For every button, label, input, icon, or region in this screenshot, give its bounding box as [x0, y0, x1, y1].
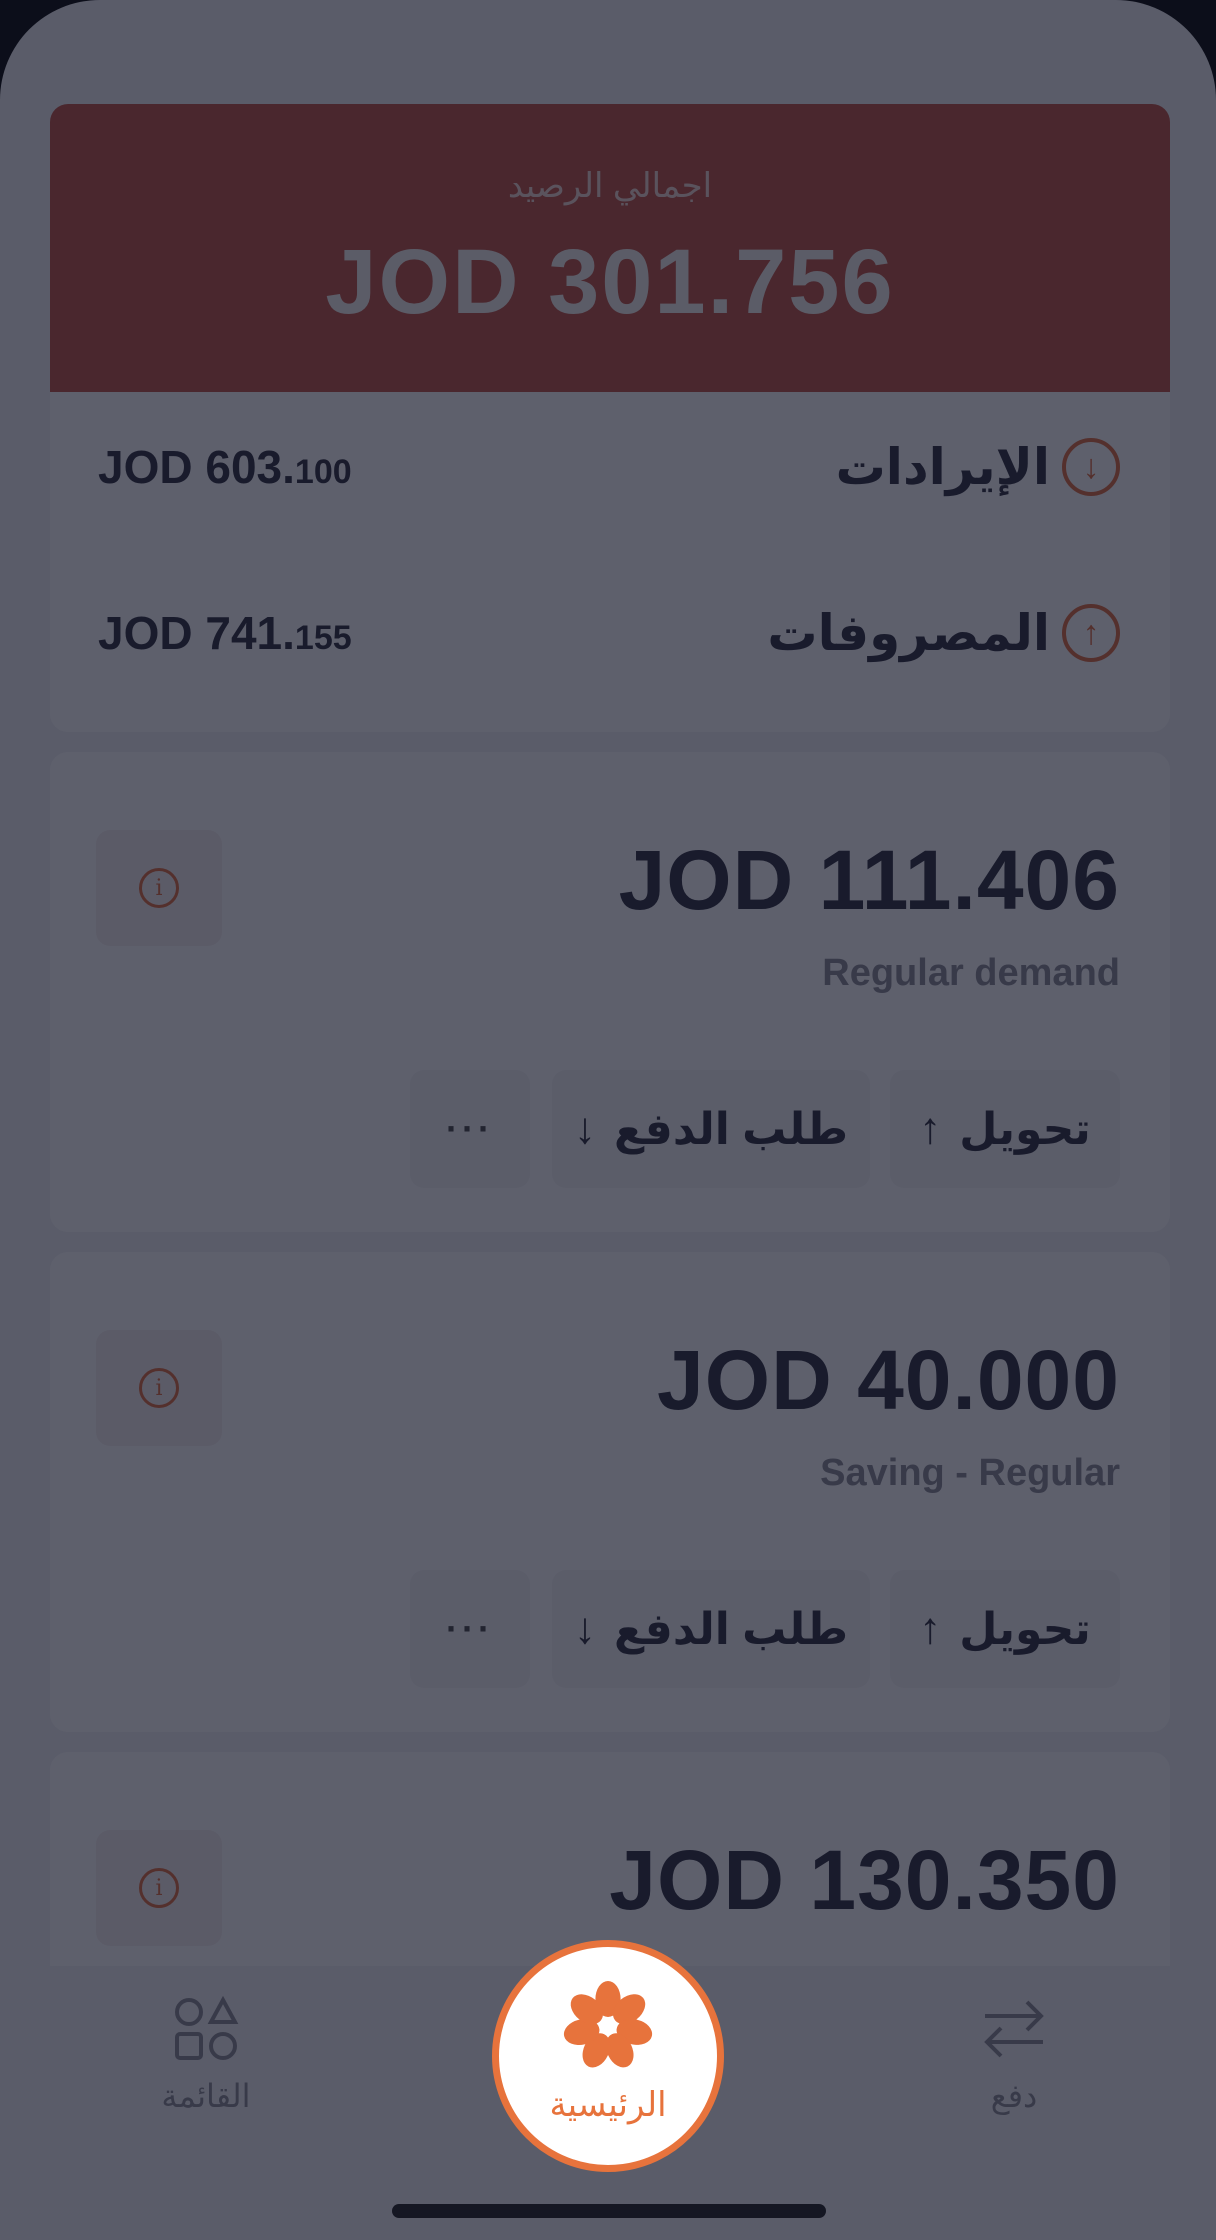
transfer-label: تحويل — [959, 1104, 1091, 1154]
income-amount: JOD 603.100 — [98, 441, 352, 493]
income-label: الإيرادات — [835, 439, 1050, 495]
arrow-down-icon: ↓ — [573, 1604, 596, 1653]
account-balance: JOD 40.000 — [657, 1333, 1120, 1427]
account-card[interactable]: i JOD 40.000 Saving - Regular تحويل ↑ طلب… — [50, 1252, 1170, 1732]
account-type: Saving - Regular — [820, 1452, 1120, 1494]
arrow-up-icon: ↑ — [919, 1104, 942, 1153]
more-options-button[interactable]: ··· — [410, 1570, 530, 1688]
request-payment-label: طلب الدفع — [613, 1604, 849, 1654]
nav-pay[interactable]: دفع — [914, 1996, 1114, 2115]
expenses-label: المصروفات — [767, 605, 1050, 661]
account-info-button[interactable]: i — [96, 1830, 222, 1946]
nav-pay-label: دفع — [990, 2078, 1038, 2114]
arrow-down-circle-icon: ↓ — [1062, 438, 1120, 496]
info-icon: i — [139, 1868, 179, 1908]
expenses-row[interactable]: JOD 741.155 المصروفات ↑ — [50, 588, 1170, 678]
account-card[interactable]: i JOD 130.350 — [50, 1752, 1170, 1966]
nav-menu-label: القائمة — [161, 2078, 251, 2114]
request-payment-button[interactable]: طلب الدفع ↓ — [552, 1570, 870, 1688]
main-content: اجمالي الرصيد JOD 301.756 JOD 603.100 ال… — [0, 0, 1216, 1966]
request-payment-label: طلب الدفع — [613, 1104, 849, 1154]
total-balance-value: JOD 301.756 — [325, 231, 895, 333]
nav-menu[interactable]: القائمة — [106, 1995, 306, 2115]
nav-home-label: الرئيسية — [549, 2086, 667, 2124]
account-info-button[interactable]: i — [96, 1330, 222, 1446]
nav-home-button[interactable]: الرئيسية — [492, 1940, 724, 2172]
transfer-button[interactable]: تحويل ↑ — [890, 1570, 1120, 1688]
expenses-amount: JOD 741.155 — [98, 607, 352, 659]
account-info-button[interactable]: i — [96, 830, 222, 946]
info-icon: i — [139, 868, 179, 908]
account-card[interactable]: i JOD 111.406 Regular demand تحويل ↑ طلب … — [50, 752, 1170, 1232]
transfer-button[interactable]: تحويل ↑ — [890, 1070, 1120, 1188]
account-type: Regular demand — [822, 952, 1120, 994]
arrow-up-icon: ↑ — [919, 1604, 942, 1653]
app-screen: اجمالي الرصيد JOD 301.756 JOD 603.100 ال… — [0, 0, 1216, 2240]
shapes-icon — [175, 1995, 239, 2060]
account-balance: JOD 130.350 — [609, 1833, 1120, 1927]
info-icon: i — [139, 1368, 179, 1408]
total-balance-label: اجمالي الرصيد — [507, 167, 713, 205]
more-icon: ··· — [446, 1608, 494, 1649]
total-balance-card: اجمالي الرصيد JOD 301.756 — [50, 104, 1170, 392]
more-icon: ··· — [446, 1108, 494, 1149]
income-expense-summary: JOD 603.100 الإيرادات ↓ JOD 741.155 المص… — [50, 392, 1170, 732]
arrow-up-circle-icon: ↑ — [1062, 604, 1120, 662]
income-row[interactable]: JOD 603.100 الإيرادات ↓ — [50, 422, 1170, 512]
request-payment-button[interactable]: طلب الدفع ↓ — [552, 1070, 870, 1188]
arrow-down-icon: ↓ — [573, 1104, 596, 1153]
more-options-button[interactable]: ··· — [410, 1070, 530, 1188]
transfer-label: تحويل — [959, 1604, 1091, 1654]
account-balance: JOD 111.406 — [618, 833, 1120, 927]
home-indicator — [392, 2204, 826, 2218]
flower-logo-icon — [563, 1981, 653, 2068]
transfer-arrows-icon — [984, 2000, 1044, 2058]
